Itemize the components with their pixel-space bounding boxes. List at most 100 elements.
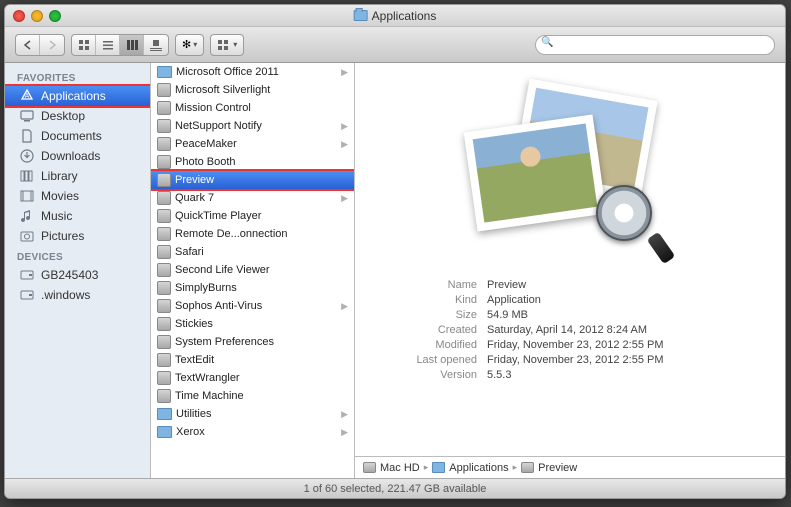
sidebar-item-movies[interactable]: Movies	[5, 186, 150, 206]
list-item[interactable]: Microsoft Silverlight	[151, 81, 354, 99]
sidebar-item-label: Movies	[41, 189, 79, 203]
sidebar-item-library[interactable]: Library	[5, 166, 150, 186]
sidebar-item-pictures[interactable]: Pictures	[5, 226, 150, 246]
sidebar-item-label: Pictures	[41, 229, 84, 243]
column-list[interactable]: Microsoft Office 2011 ▶ Microsoft Silverli…	[151, 63, 355, 478]
chevron-right-icon: ▶	[341, 409, 350, 420]
sidebar-item-disk-a[interactable]: GB245403	[5, 265, 150, 285]
sidebar-item-music[interactable]: Music	[5, 206, 150, 226]
view-list-button[interactable]	[96, 35, 120, 55]
disk-icon	[363, 462, 376, 473]
zoom-icon[interactable]	[49, 10, 61, 22]
sidebar-item-desktop[interactable]: Desktop	[5, 106, 150, 126]
arrange-menu-button[interactable]: ▾	[210, 34, 244, 56]
minimize-icon[interactable]	[31, 10, 43, 22]
list-item[interactable]: Time Machine	[151, 387, 354, 405]
sidebar-item-documents[interactable]: Documents	[5, 126, 150, 146]
list-item[interactable]: System Preferences	[151, 333, 354, 351]
app-icon	[157, 281, 171, 295]
sidebar-item-label: .windows	[41, 288, 90, 302]
list-item-label: Photo Booth	[175, 156, 236, 168]
chevron-right-icon: ▶	[341, 301, 350, 312]
folder-icon	[157, 66, 172, 78]
generic-icon	[521, 462, 534, 473]
app-icon	[157, 101, 171, 115]
back-button[interactable]	[16, 35, 40, 55]
app-icon	[157, 173, 171, 187]
list-item[interactable]: Quark 7 ▶	[151, 189, 354, 207]
app-icon	[157, 155, 171, 169]
list-item[interactable]: Microsoft Office 2011 ▶	[151, 63, 354, 81]
sidebar-item-downloads[interactable]: Downloads	[5, 146, 150, 166]
detail-pane: NamePreview KindApplication Size54.9 MB …	[355, 63, 785, 478]
app-icon	[157, 191, 171, 205]
list-item[interactable]: QuickTime Player	[151, 207, 354, 225]
meta-value-created: Saturday, April 14, 2012 8:24 AM	[487, 324, 763, 336]
close-icon[interactable]	[13, 10, 25, 22]
movies-icon	[19, 189, 35, 203]
photo-icon	[464, 114, 607, 231]
list-item[interactable]: NetSupport Notify▶	[151, 117, 354, 135]
sidebar-item-label: Documents	[41, 129, 102, 143]
list-item[interactable]: Xerox▶	[151, 423, 354, 441]
list-item-label: Quark 7	[175, 192, 214, 204]
sidebar-item-disk-b[interactable]: .windows	[5, 285, 150, 305]
list-item[interactable]: Mission Control	[151, 99, 354, 117]
list-item[interactable]: TextEdit	[151, 351, 354, 369]
disk-icon	[19, 288, 35, 302]
path-segment[interactable]: Applications	[449, 462, 508, 474]
action-menu-button[interactable]: ✻▾	[175, 34, 204, 56]
search-input[interactable]	[535, 35, 775, 55]
meta-value-kind: Application	[487, 294, 763, 306]
list-item-label: QuickTime Player	[175, 210, 261, 222]
chevron-right-icon: ▸	[513, 462, 518, 473]
list-item-label: SimplyBurns	[175, 282, 237, 294]
view-icon-button[interactable]	[72, 35, 96, 55]
applications-icon: A	[19, 89, 35, 103]
sidebar-item-label: Downloads	[41, 149, 100, 163]
disk-icon	[19, 268, 35, 282]
status-bar: 1 of 60 selected, 221.47 GB available	[5, 478, 785, 498]
chevron-right-icon: ▶	[341, 121, 350, 132]
list-item[interactable]: PeaceMaker▶	[151, 135, 354, 153]
list-item-label: TextEdit	[175, 354, 214, 366]
chevron-right-icon: ▶	[341, 67, 350, 78]
list-item[interactable]: SimplyBurns	[151, 279, 354, 297]
list-item[interactable]: Safari	[151, 243, 354, 261]
view-coverflow-button[interactable]	[144, 35, 168, 55]
list-item-label: Second Life Viewer	[175, 264, 270, 276]
list-item[interactable]: Photo Booth	[151, 153, 354, 171]
chevron-down-icon: ▾	[233, 40, 237, 49]
chevron-right-icon: ▶	[341, 427, 350, 438]
list-item-label: System Preferences	[175, 336, 274, 348]
svg-text:A: A	[25, 93, 30, 100]
list-item[interactable]: Stickies	[151, 315, 354, 333]
list-item[interactable]: Preview	[151, 171, 354, 189]
gear-icon: ✻	[182, 38, 191, 51]
list-item[interactable]: Remote De...onnection	[151, 225, 354, 243]
folder-icon	[432, 462, 445, 473]
forward-button[interactable]	[40, 35, 64, 55]
path-segment[interactable]: Preview	[538, 462, 577, 474]
sidebar-item-label: GB245403	[41, 268, 98, 282]
list-item-label: Microsoft Silverlight	[175, 84, 270, 96]
list-item[interactable]: Second Life Viewer	[151, 261, 354, 279]
path-segment[interactable]: Mac HD	[380, 462, 420, 474]
sidebar-item-applications[interactable]: A Applications	[5, 86, 150, 106]
list-item-label: PeaceMaker	[175, 138, 237, 150]
app-icon	[157, 335, 171, 349]
app-icon	[157, 389, 171, 403]
search-container	[250, 35, 775, 55]
list-item[interactable]: TextWrangler	[151, 369, 354, 387]
window-controls	[13, 10, 61, 22]
finder-window: Applications ✻▾ ▾ FAVORITES	[4, 4, 786, 499]
toolbar: ✻▾ ▾	[5, 27, 785, 63]
list-item[interactable]: Sophos Anti-Virus▶	[151, 297, 354, 315]
view-column-button[interactable]	[120, 35, 144, 55]
list-item-label: Microsoft Office 2011	[176, 66, 279, 78]
app-icon	[157, 209, 171, 223]
chevron-right-icon: ▶	[341, 193, 350, 204]
app-icon	[157, 119, 171, 133]
meta-label: Name	[377, 279, 477, 291]
list-item[interactable]: Utilities▶	[151, 405, 354, 423]
